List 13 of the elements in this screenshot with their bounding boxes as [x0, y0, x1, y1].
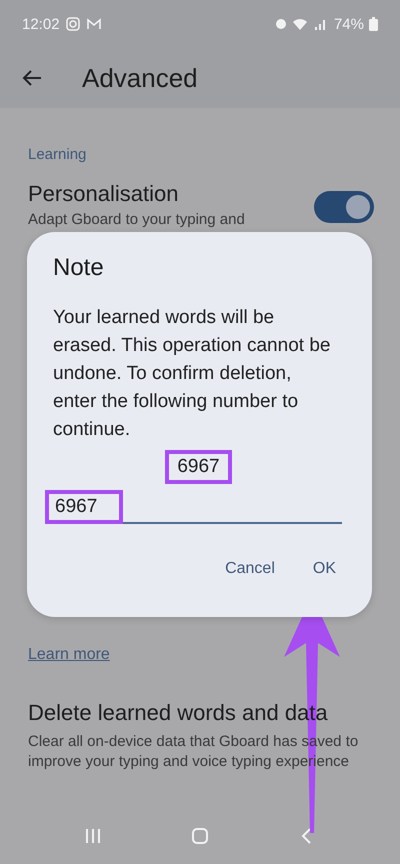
section-heading: Learning	[28, 146, 88, 163]
dialog-button[interactable]: OK	[304, 554, 344, 584]
dialog-title: Note	[53, 254, 105, 282]
dialog-message: Your learned words will be erased. This operation cannot be undone. To confirm deletion, enter the following number to continue.	[53, 306, 332, 442]
battery-percent: 74%	[334, 16, 364, 32]
status-time: 12:02	[22, 16, 60, 32]
number-input-field[interactable]: 6967	[45, 490, 123, 524]
dialog-button[interactable]: Cancel	[217, 554, 283, 584]
setting-title: Personalisation	[28, 181, 180, 207]
screen-title: Advanced	[82, 62, 198, 94]
setting-description: Adapt Gboard to your typing and	[28, 211, 245, 228]
learn-more-link[interactable]: Learn more	[28, 646, 110, 664]
confirmation-number: 6967	[165, 450, 232, 484]
